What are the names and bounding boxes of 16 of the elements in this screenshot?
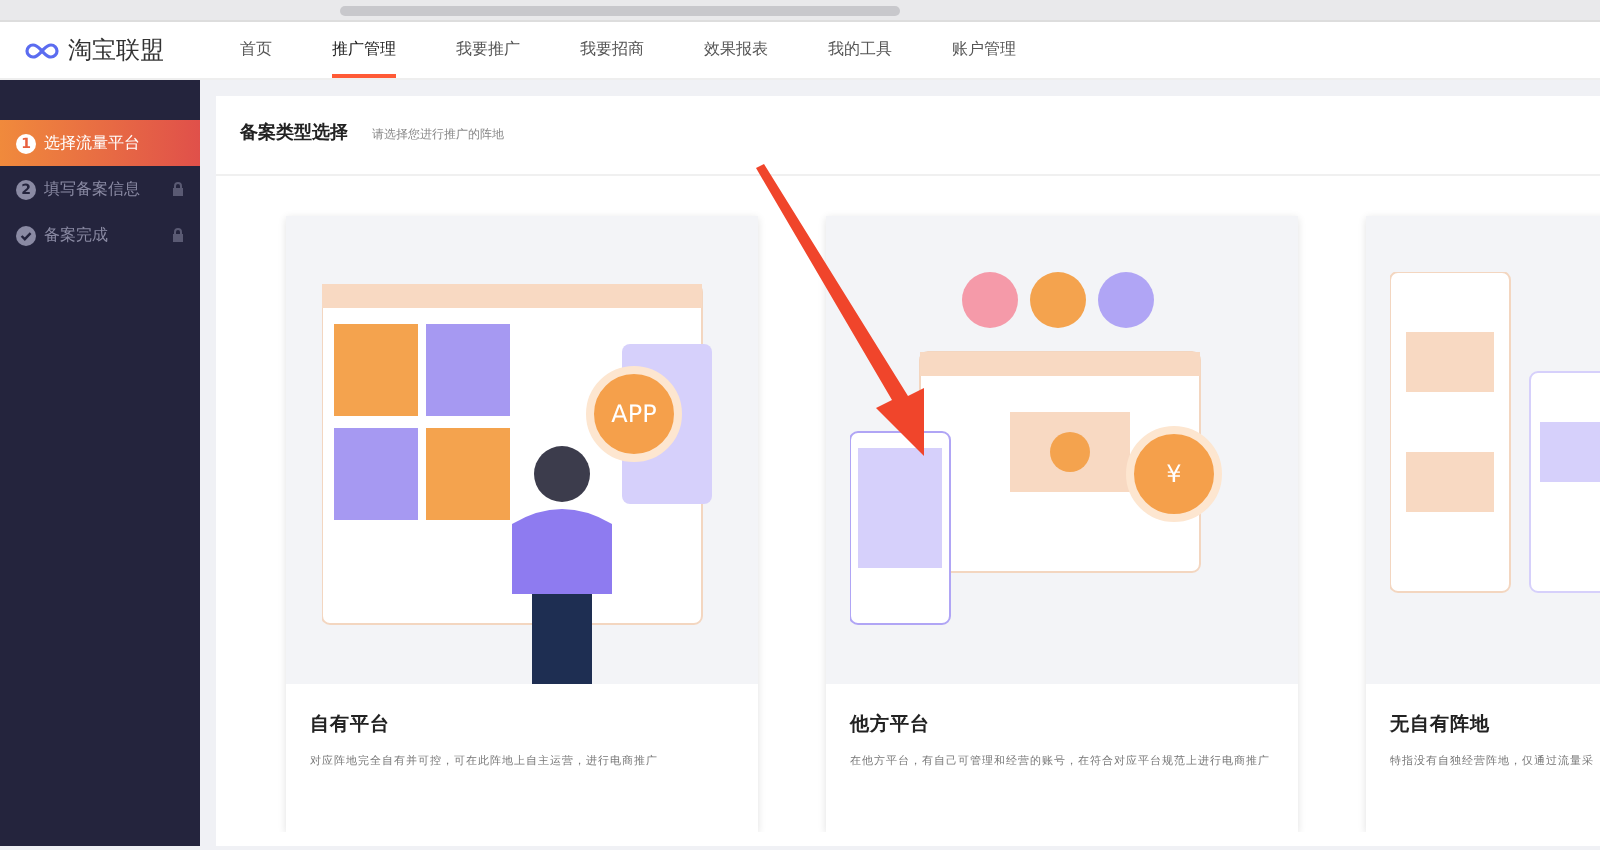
step-label: 填写备案信息 (44, 178, 142, 200)
page-title: 备案类型选择 (240, 120, 348, 146)
nav-tab[interactable]: 我的工具 (828, 22, 892, 78)
nav-tab[interactable]: 我要招商 (580, 22, 644, 78)
nav-tab[interactable]: 首页 (240, 22, 272, 78)
step-item[interactable]: 备案完成 (0, 212, 200, 258)
card-title: 他方平台 (847, 711, 932, 740)
step-label: 选择流量平台 (44, 132, 142, 154)
logo-text: 淘宝联盟 (68, 33, 164, 67)
card-title: 自有平台 (308, 712, 392, 740)
nav-tab[interactable]: 我要推广 (456, 22, 520, 78)
nav-tab[interactable]: 账户管理 (952, 22, 1016, 78)
nav-tab[interactable]: 推广管理 (332, 22, 396, 78)
card-title: 无自有阵地 (1388, 712, 1492, 740)
nav-tab[interactable]: 效果报表 (704, 22, 768, 78)
step-label: 备案完成 (44, 224, 110, 246)
